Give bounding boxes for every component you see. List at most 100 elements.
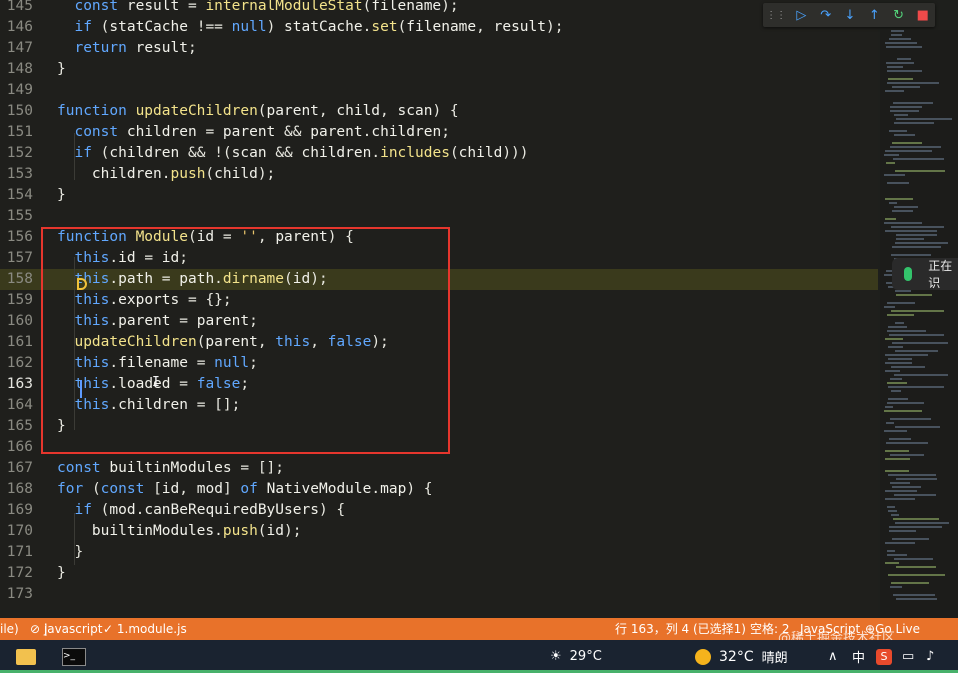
code-line[interactable]: 145 const result = internalModuleStat(fi…	[0, 0, 878, 17]
annotation-box	[41, 227, 450, 454]
line-number[interactable]: 147	[0, 38, 33, 59]
line-number[interactable]: 149	[0, 80, 33, 101]
code-line[interactable]: 147 return result;	[0, 38, 878, 59]
line-number[interactable]: 165	[0, 416, 33, 437]
line-number[interactable]: 151	[0, 122, 33, 143]
language-badge-text: javascript	[43, 622, 103, 636]
code-line[interactable]: 148}	[0, 59, 878, 80]
stop-icon[interactable]: ■	[914, 6, 932, 24]
code-line[interactable]: 155	[0, 206, 878, 227]
minimap-row	[888, 78, 913, 80]
code-text[interactable]: }	[57, 563, 66, 584]
line-number[interactable]: 167	[0, 458, 33, 479]
ime-indicator[interactable]: 中	[852, 640, 865, 673]
minimap-row	[890, 106, 922, 108]
code-line[interactable]: 149	[0, 80, 878, 101]
code-text[interactable]: if (mod.canBeRequiredByUsers) {	[57, 500, 345, 521]
code-text[interactable]: }	[57, 185, 66, 206]
code-line[interactable]: 146 if (statCache !== null) statCache.se…	[0, 17, 878, 38]
line-number[interactable]: 153	[0, 164, 33, 185]
minimap-row	[894, 206, 918, 208]
sogou-icon[interactable]: S	[876, 640, 892, 673]
weather-tray[interactable]: 32°C 晴朗	[695, 640, 788, 673]
continue-icon[interactable]: ▷	[792, 6, 810, 24]
line-number[interactable]: 161	[0, 332, 33, 353]
voice-input-overlay[interactable]: 正在识	[892, 258, 958, 290]
status-file[interactable]: ✓ 1.module.js	[103, 618, 187, 640]
minimap-row	[888, 574, 945, 576]
code-text[interactable]: }	[57, 59, 66, 80]
minimap[interactable]	[880, 30, 958, 618]
line-number[interactable]: 146	[0, 17, 33, 38]
line-number[interactable]: 156	[0, 227, 33, 248]
line-number[interactable]: 170	[0, 521, 33, 542]
step-over-icon[interactable]: ↷	[817, 6, 835, 24]
code-line[interactable]: 172}	[0, 563, 878, 584]
code-text[interactable]: const builtinModules = [];	[57, 458, 284, 479]
terminal-icon[interactable]: >_	[62, 640, 86, 673]
line-number[interactable]: 152	[0, 143, 33, 164]
minimap-row	[896, 234, 937, 236]
line-number[interactable]: 157	[0, 248, 33, 269]
line-number[interactable]: 168	[0, 479, 33, 500]
line-number[interactable]: 172	[0, 563, 33, 584]
minimap-row	[893, 158, 944, 160]
code-text[interactable]: const result = internalModuleStat(filena…	[57, 0, 458, 17]
code-text[interactable]: builtinModules.push(id);	[57, 521, 302, 542]
step-out-icon[interactable]: ↑	[865, 6, 883, 24]
line-number[interactable]: 160	[0, 311, 33, 332]
debug-toolbar: ⋮⋮ ▷ ↷ ↓ ↑ ↻ ■	[763, 3, 935, 27]
code-line[interactable]: 167 const builtinModules = [];	[0, 458, 878, 479]
line-number[interactable]: 159	[0, 290, 33, 311]
minimap-row	[888, 386, 944, 388]
code-line[interactable]: 153 children.push(child);	[0, 164, 878, 185]
step-into-icon[interactable]: ↓	[841, 6, 859, 24]
code-line[interactable]: 150 function updateChildren(parent, child…	[0, 101, 878, 122]
code-text[interactable]: const children = parent && parent.childr…	[57, 122, 449, 143]
code-text[interactable]: if (statCache !== null) statCache.set(fi…	[57, 17, 563, 38]
line-number[interactable]: 145	[0, 0, 33, 17]
code-line[interactable]: 169 if (mod.canBeRequiredByUsers) {	[0, 500, 878, 521]
code-line[interactable]: 173	[0, 584, 878, 605]
code-line[interactable]: 170 builtinModules.push(id);	[0, 521, 878, 542]
code-text[interactable]: function updateChildren(parent, child, s…	[57, 101, 459, 122]
code-line[interactable]: 152 if (children && !(scan && children.i…	[0, 143, 878, 164]
line-number[interactable]: 166	[0, 437, 33, 458]
drag-handle-icon[interactable]: ⋮⋮	[766, 10, 786, 21]
line-number[interactable]: 158	[0, 269, 33, 290]
line-number[interactable]: 148	[0, 59, 33, 80]
code-text[interactable]: return result;	[57, 38, 196, 59]
minimap-row	[887, 330, 926, 332]
sun-icon: ☀	[550, 649, 562, 664]
volume-icon[interactable]: ♪	[926, 640, 934, 673]
code-text[interactable]: children.push(child);	[57, 164, 275, 185]
status-mode[interactable]: ile)	[0, 618, 19, 640]
line-number[interactable]: 164	[0, 395, 33, 416]
minimap-row	[885, 458, 910, 460]
code-line[interactable]: 151 const children = parent && parent.ch…	[0, 122, 878, 143]
status-language-badge[interactable]: ⊘ javascript |	[30, 618, 102, 640]
line-number[interactable]: 154	[0, 185, 33, 206]
network-icon[interactable]: ▭	[902, 640, 914, 673]
status-cursor-position[interactable]: 行 163，列 4 (已选择1)	[615, 618, 746, 640]
line-number[interactable]: 162	[0, 353, 33, 374]
code-line[interactable]: 154}	[0, 185, 878, 206]
minimap-row	[890, 454, 924, 456]
line-number[interactable]: 150	[0, 101, 33, 122]
line-number[interactable]: 171	[0, 542, 33, 563]
weather-widget[interactable]: ☀ 29°C	[550, 640, 602, 673]
chevron-up-icon[interactable]: ∧	[828, 640, 838, 673]
minimap-row	[891, 30, 904, 32]
line-number[interactable]: 173	[0, 584, 33, 605]
line-number[interactable]: 163	[0, 374, 33, 395]
code-text[interactable]: if (children && !(scan && children.inclu…	[57, 143, 528, 164]
code-line[interactable]: 171 }	[0, 542, 878, 563]
line-number[interactable]: 169	[0, 500, 33, 521]
file-explorer-icon[interactable]	[16, 640, 36, 673]
restart-icon[interactable]: ↻	[890, 6, 908, 24]
code-text[interactable]: }	[57, 542, 83, 563]
line-number[interactable]: 155	[0, 206, 33, 227]
code-text[interactable]: for (const [id, mod] of NativeModule.map…	[57, 479, 433, 500]
minimap-row	[888, 326, 907, 328]
code-line[interactable]: 168 for (const [id, mod] of NativeModule.…	[0, 479, 878, 500]
